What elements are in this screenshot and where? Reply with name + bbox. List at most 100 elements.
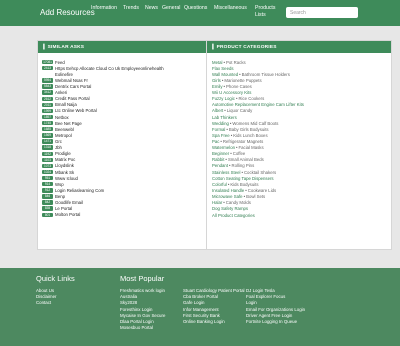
category-name-link[interactable]: Pendant	[212, 163, 228, 168]
popular-link[interactable]: Mosesbuo Portal	[120, 325, 165, 331]
category-sub-label: Small Animal Beds	[227, 157, 264, 163]
similar-ask-text[interactable]: Ankeri	[55, 90, 67, 95]
category-separator: •	[245, 187, 247, 193]
similar-ask-text[interactable]: Wsp	[55, 182, 64, 187]
category-separator: •	[235, 96, 238, 102]
quick-links-title: Quick Links	[36, 274, 75, 283]
category-name-link[interactable]: Automotive Replacement Engine Cam Lifter…	[212, 102, 304, 107]
category-name-link[interactable]: Wedding	[212, 121, 229, 126]
count-badge: 1745	[42, 120, 53, 126]
category-sub-label: Kids Bodysuits	[230, 181, 259, 187]
nav-lists[interactable]: Lists	[255, 12, 266, 18]
category-name-link[interactable]: Watermelon	[212, 145, 235, 150]
quick-links-list: About Us Disclaimer Contact	[36, 288, 57, 307]
category-name-link[interactable]: Rabbit	[212, 157, 224, 162]
category-sub-label: Bathroom Tissue Holders	[241, 71, 290, 77]
category-name-link[interactable]: Microwave Safe	[212, 194, 243, 199]
nav-miscellaneous[interactable]: Miscellaneous	[214, 5, 247, 11]
nav-information[interactable]: Information	[91, 5, 117, 11]
site-brand[interactable]: Add Resources	[40, 8, 95, 17]
similar-ask-text[interactable]: Grc	[55, 139, 62, 144]
count-badge: 17081	[42, 59, 53, 65]
similar-ask-text[interactable]: Credit Pass Portal	[55, 96, 90, 101]
popular-link[interactable]: Online Banking Login	[183, 319, 238, 325]
category-name-link[interactable]: Formal	[212, 127, 225, 132]
category-name-link[interactable]: Flax Seeds	[212, 66, 234, 71]
count-badge: 914	[42, 182, 53, 187]
similar-ask-text[interactable]: Ltc Online Web Portal	[55, 108, 97, 113]
category-separator: •	[224, 108, 226, 114]
count-badge: 5954	[42, 78, 53, 83]
category-name-link[interactable]: Cotton Seating Tape Dispensers	[212, 176, 274, 181]
category-separator: •	[229, 120, 232, 126]
similar-ask-text[interactable]: Https Eehcp Allocate Cloud Co Uk Employe…	[55, 66, 164, 71]
category-name-link[interactable]: Lab Thinkers	[212, 115, 237, 120]
category-name-link[interactable]: Girls	[212, 78, 221, 83]
category-name-link[interactable]: Insulated Handle	[212, 188, 244, 193]
similar-ask-text[interactable]: Mbank Sk	[55, 170, 74, 175]
category-sub-label: Facial Masks	[238, 145, 264, 151]
similar-ask-text[interactable]: Goodlife Email	[55, 200, 83, 205]
similar-ask-item[interactable]: 801 Molton Portal	[42, 212, 222, 218]
similar-ask-text[interactable]: Prodigle	[55, 151, 71, 156]
count-badge: 1685	[42, 127, 53, 132]
similar-ask-text[interactable]: Metropol	[55, 133, 72, 138]
category-name-link[interactable]: Beginner	[212, 151, 229, 156]
category-name-link[interactable]: Halar	[212, 200, 222, 205]
category-name-link[interactable]: Emily	[212, 84, 223, 89]
nav-products[interactable]: Products	[255, 5, 275, 11]
category-name-link[interactable]: Albert	[212, 108, 223, 113]
similar-ask-text[interactable]: Eolinefire	[55, 72, 73, 77]
similar-asks-card: ▌SIMILAR ASKS 17081 Feed 2413 Https Eehcp A…	[37, 40, 223, 250]
category-name-link[interactable]: Metal	[212, 60, 223, 65]
category-sub-label: Cocktail Shakers	[243, 169, 277, 175]
search-input[interactable]	[286, 7, 358, 18]
quick-link[interactable]: Contact	[36, 300, 57, 306]
category-name-link[interactable]: Stainless Steel	[212, 170, 240, 175]
nav-trends[interactable]: Trends	[123, 5, 139, 11]
count-badge: 1024	[42, 169, 53, 175]
popular-link[interactable]: Email For Organizations Login	[246, 307, 306, 313]
top-navbar: Add Resources Information Trends News Ge…	[0, 0, 400, 26]
similar-ask-text[interactable]: Benp	[55, 194, 65, 199]
category-name-link[interactable]: Dog Safety Ramps	[212, 206, 248, 211]
similar-ask-text[interactable]: Netbox	[55, 115, 69, 120]
nav-news[interactable]: News	[145, 5, 158, 11]
category-sub-label: Marionette Puppets	[224, 77, 262, 83]
category-sub-label: Cookware Lids	[247, 187, 277, 193]
similar-ask-text[interactable]: Beenwebl	[55, 127, 74, 132]
category-name-link[interactable]: Spa Free	[212, 133, 230, 138]
category-separator: •	[230, 132, 233, 138]
category-name-link[interactable]: Wii U Accessory Kits	[212, 90, 251, 95]
category-sub-label: Rice Cookers	[238, 96, 265, 102]
nav-questions[interactable]: Questions	[184, 5, 207, 11]
category-separator: •	[241, 169, 243, 175]
category-sub-label: Rolling Pins	[231, 163, 255, 169]
similar-ask-text[interactable]: Feed	[55, 60, 65, 65]
category-separator: •	[227, 181, 230, 187]
similar-ask-text[interactable]: Lloydslink	[55, 163, 74, 168]
similar-ask-text[interactable]: Webmail Nsas Fr	[55, 78, 88, 83]
count-badge: 3412	[42, 90, 53, 95]
category-item[interactable]: Dog Safety Ramps	[212, 206, 391, 212]
similar-ask-text[interactable]: Jbh	[55, 145, 62, 150]
all-product-categories-link[interactable]: All Product Categories	[207, 213, 391, 218]
similar-ask-text[interactable]: Bee Net Page	[55, 121, 82, 126]
count-badge: 835	[42, 206, 53, 211]
similar-ask-text[interactable]: Login Reliaslearning Com	[55, 188, 104, 193]
similar-ask-text[interactable]: Molton Portal	[55, 212, 80, 217]
category-name-link[interactable]: Colorful	[212, 182, 227, 187]
popular-link[interactable]: Fortnite Logging In Queue	[246, 319, 306, 325]
similar-ask-text[interactable]: Matrix Poc	[55, 157, 75, 162]
category-name-link[interactable]: Pac	[212, 139, 219, 144]
nav-general[interactable]: General	[162, 5, 180, 11]
product-categories-list: Metal • Pot Racks Flax Seeds Wall Mounted …	[207, 53, 391, 212]
similar-ask-text[interactable]: Www Icloud	[55, 176, 78, 181]
category-name-link[interactable]: Wall Mounted	[212, 72, 238, 77]
popular-list-col2: Stuart Cardiology Patient Portal Cba Brok…	[183, 288, 245, 325]
similar-ask-text[interactable]: Bmall Naija	[55, 102, 77, 107]
similar-ask-text[interactable]: Dentrix Cars Portal	[55, 84, 91, 89]
category-sub-label: Candy Molds	[225, 200, 251, 206]
category-name-link[interactable]: Fuzzy Logic	[212, 96, 235, 101]
similar-ask-text[interactable]: Le Portal	[55, 206, 72, 211]
